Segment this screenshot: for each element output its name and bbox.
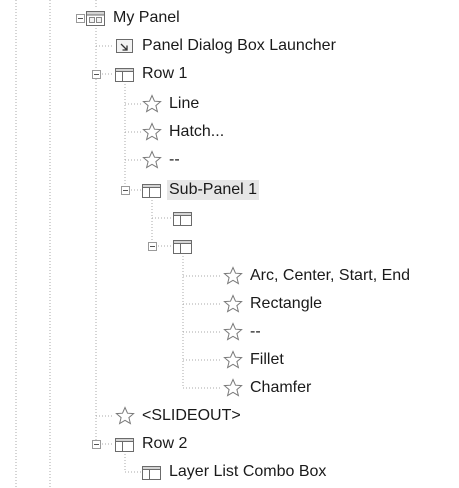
tree-node-chamfer[interactable]: Chamfer [222, 376, 313, 400]
tree-node-slideout[interactable]: <SLIDEOUT> [114, 404, 243, 428]
tree-node-label: My Panel [113, 9, 180, 26]
star-icon [141, 93, 163, 115]
tree-node-my-panel[interactable]: My Panel [85, 6, 182, 30]
tree-node-row-1[interactable]: Row 1 [114, 62, 189, 86]
tree-node-label: Chamfer [250, 379, 312, 396]
tree-node-label: Rectangle [250, 295, 323, 312]
tree-node-label: -- [250, 323, 261, 340]
row-icon [172, 235, 194, 257]
collapse-toggle-icon[interactable] [121, 186, 130, 195]
tree-node-label: Panel Dialog Box Launcher [142, 37, 336, 54]
tree-node-hatch[interactable]: Hatch... [141, 120, 226, 144]
tree-node-separator[interactable]: -- [222, 320, 263, 344]
star-icon [222, 321, 244, 343]
row-icon [141, 179, 163, 201]
tree-node-label: <SLIDEOUT> [142, 407, 241, 424]
tree-node-arc[interactable]: Arc, Center, Start, End [222, 264, 412, 288]
tree-node-label: Line [169, 95, 200, 112]
star-icon [222, 265, 244, 287]
tree-node-row-2[interactable]: Row 2 [114, 432, 189, 456]
collapse-toggle-icon[interactable] [92, 440, 101, 449]
star-icon [114, 405, 136, 427]
star-icon [222, 349, 244, 371]
star-icon [222, 377, 244, 399]
customize-tree-view[interactable]: My Panel Panel Dialog Box Launcher Row 1… [0, 0, 459, 488]
tree-node-label: Row 2 [142, 435, 188, 452]
tree-node-fillet[interactable]: Fillet [222, 348, 286, 372]
tree-node-layer-list[interactable]: Layer List Combo Box [141, 460, 328, 484]
tree-node-separator[interactable]: -- [141, 148, 182, 172]
tree-node-dialog-launcher[interactable]: Panel Dialog Box Launcher [114, 34, 338, 58]
row-icon [172, 207, 194, 229]
tree-node-label: Hatch... [169, 123, 225, 140]
panel-icon [85, 7, 107, 29]
tree-node-sub-panel-1[interactable]: Sub-Panel 1 [141, 178, 260, 202]
star-icon [222, 293, 244, 315]
tree-node-label: Fillet [250, 351, 284, 368]
star-icon [141, 149, 163, 171]
collapse-toggle-icon[interactable] [76, 14, 85, 23]
tree-node-label: Row 1 [142, 65, 188, 82]
collapse-toggle-icon[interactable] [148, 242, 157, 251]
row-icon [141, 461, 163, 483]
tree-node-sub-row-1[interactable] [172, 206, 194, 230]
collapse-toggle-icon[interactable] [92, 70, 101, 79]
dialog-launcher-icon [114, 35, 136, 57]
tree-node-label: Sub-Panel 1 [167, 180, 260, 200]
row-icon [114, 433, 136, 455]
tree-node-rectangle[interactable]: Rectangle [222, 292, 324, 316]
tree-node-label: Layer List Combo Box [169, 463, 327, 480]
row-icon [114, 63, 136, 85]
tree-node-label: Arc, Center, Start, End [250, 267, 411, 284]
tree-node-line[interactable]: Line [141, 92, 201, 116]
tree-node-sub-row-2[interactable] [172, 234, 194, 258]
star-icon [141, 121, 163, 143]
tree-node-label: -- [169, 151, 180, 168]
